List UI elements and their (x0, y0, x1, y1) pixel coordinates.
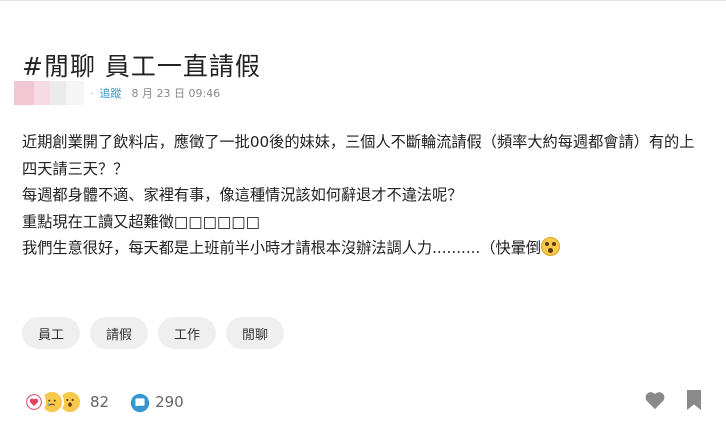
tag-item[interactable]: 閒聊 (226, 317, 285, 349)
tag-item[interactable]: 請假 (90, 317, 149, 349)
follow-button[interactable]: 追蹤 (100, 85, 122, 101)
post-body: 近期創業開了飲料店，應徵了一批00後的妹妹，三個人不斷輪流請假（頻率大約每週都會… (22, 129, 702, 262)
post-timestamp: 8 月 23 日 09:46 (131, 87, 221, 100)
body-paragraph: 每週都身體不適、家裡有事，像這種情況該如何辭退才不違法呢？ (22, 186, 463, 204)
top-border (0, 0, 726, 1)
tag-list: 員工 請假 工作 閒聊 (22, 317, 285, 349)
tag-item[interactable]: 員工 (22, 317, 81, 349)
body-paragraph: 近期創業開了飲料店，應徵了一批00後的妹妹，三個人不斷輪流請假（頻率大約每週都會… (22, 133, 695, 178)
comment-icon[interactable] (129, 392, 150, 413)
tag-item[interactable]: 工作 (158, 317, 217, 349)
post-actions (644, 390, 702, 414)
comment-count[interactable]: 290 (155, 393, 184, 411)
body-paragraph: 重點現在工讀又超難徵□□□□□□ (22, 212, 260, 231)
author-avatar-blurred[interactable] (14, 81, 84, 105)
body-paragraph-last: 我們生意很好，每天都是上班前半小時才請根本沒辦法調人力..........（快暈… (22, 235, 702, 262)
author-row: · 追蹤 8 月 23 日 09:46 (14, 80, 220, 106)
like-heart-icon[interactable] (644, 390, 666, 414)
meta-separator: · (90, 86, 94, 100)
post-title: #閒聊 員工一直請假 (22, 51, 261, 81)
heart-icon (22, 390, 46, 414)
post-meta: · 追蹤 8 月 23 日 09:46 (90, 85, 220, 101)
post-footer: 82 290 (22, 390, 702, 414)
dizzy-face-emoji-icon (541, 237, 561, 256)
reaction-count[interactable]: 82 (90, 393, 109, 411)
reaction-summary[interactable] (22, 390, 82, 414)
bookmark-icon[interactable] (686, 390, 702, 414)
